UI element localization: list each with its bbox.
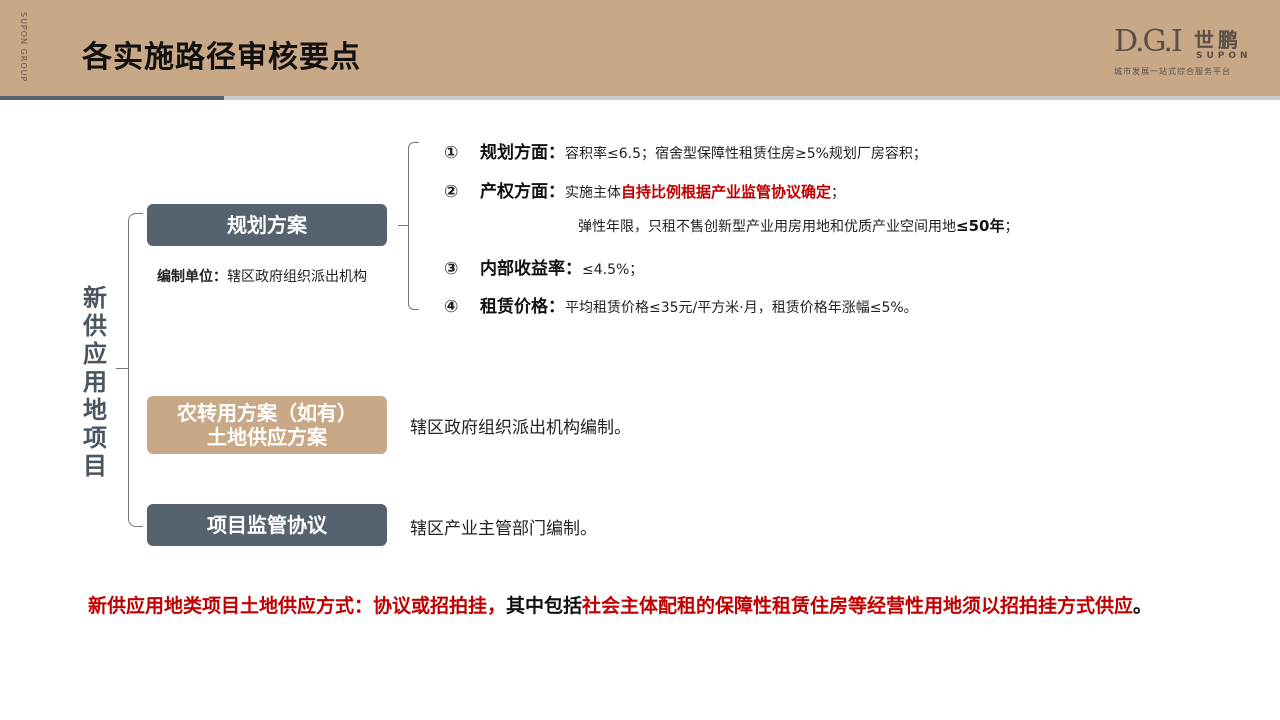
page-title: 各实施路径审核要点: [82, 40, 361, 75]
supervision-box-label: 项目监管协议: [207, 513, 327, 537]
item-highlight: 自持比例根据产业监管协议确定: [621, 183, 832, 201]
item-number: ①: [444, 143, 459, 163]
right-brace-tick: [398, 225, 408, 226]
footer-part4: 。: [1133, 595, 1153, 617]
plan-scheme-box: 规划方案: [147, 204, 387, 246]
right-brace: [408, 142, 419, 310]
plan-scheme-label: 规划方案: [227, 213, 307, 237]
supervision-box-desc: 辖区产业主管部门编制。: [410, 519, 597, 539]
item-irr: ③ 内部收益率：≤4.5%；: [444, 254, 643, 279]
footer-part2: 其中包括: [506, 595, 583, 617]
side-brand-label: SUPON GROUP: [18, 12, 42, 82]
item-property-rights-cont: 弹性年限，只租不售创新型产业用房用地和优质产业空间用地≤50年；: [578, 215, 1018, 236]
supervision-agreement-box: 项目监管协议: [147, 504, 387, 546]
item-number: ③: [444, 259, 459, 279]
item-planning: ① 规划方面：容积率≤6.5；宿舍型保障性租赁住房≥5%规划厂房容积；: [444, 138, 927, 163]
logo-tagline: 城市发展一站式综合服务平台: [1114, 67, 1231, 76]
item-rent-price: ④ 租赁价格：平均租赁价格≤35元/平方米·月，租赁价格年涨幅≤5%。: [444, 292, 918, 317]
left-brace-tick: [116, 368, 128, 369]
land-box-line1: 农转用方案（如有）: [177, 401, 357, 425]
item-property-rights: ② 产权方面：实施主体自持比例根据产业监管协议确定；: [444, 177, 845, 202]
prep-unit-label: 编制单位：: [157, 269, 227, 285]
footer-part1: 新供应用地类项目土地供应方式：协议或招拍挂，: [88, 595, 507, 617]
logo-english-name: SUPON: [1196, 51, 1252, 61]
item-number: ②: [444, 182, 459, 202]
item-label: 产权方面：: [480, 182, 565, 202]
footer-note: 新供应用地类项目土地供应方式：协议或招拍挂，其中包括社会主体配租的保障性租赁住房…: [88, 588, 1208, 624]
item-number: ④: [444, 297, 459, 317]
logo-chinese-name: 世鹏: [1194, 28, 1242, 52]
item-label: 租赁价格：: [480, 297, 565, 317]
item-text-pre: 实施主体: [565, 185, 621, 201]
company-logo: D.G.I 世鹏 SUPON 城市发展一站式综合服务平台: [1110, 20, 1270, 80]
land-supply-box: 农转用方案（如有） 土地供应方案: [147, 396, 387, 454]
item-text: 平均租赁价格≤35元/平方米·月，租赁价格年涨幅≤5%。: [565, 300, 918, 316]
item-cont-post: ；: [1004, 219, 1019, 235]
land-box-line2: 土地供应方案: [207, 425, 327, 449]
vertical-section-title: 新供应用地项目: [83, 284, 107, 480]
left-brace: [128, 213, 143, 527]
item-text-post: ；: [831, 185, 846, 201]
header-divider-accent: [0, 96, 224, 100]
item-text: 容积率≤6.5；宿舍型保障性租赁住房≥5%规划厂房容积；: [565, 146, 927, 162]
item-label: 规划方面：: [480, 143, 565, 163]
prep-unit-value: 辖区政府组织派出机构: [227, 269, 367, 285]
footer-part3: 社会主体配租的保障性租赁住房等经营性用地须以招拍挂方式供应: [582, 595, 1134, 617]
land-box-desc: 辖区政府组织派出机构编制。: [410, 418, 631, 438]
item-text: ≤4.5%；: [582, 262, 644, 278]
prep-unit-line: 编制单位：辖区政府组织派出机构: [157, 266, 367, 286]
item-cont-bold: ≤50年: [956, 217, 1005, 235]
item-label: 内部收益率：: [480, 259, 582, 279]
side-brand-text: SUPON GROUP: [19, 12, 28, 83]
logo-mark: D.G.I: [1114, 24, 1183, 59]
item-cont-text: 弹性年限，只租不售创新型产业用房用地和优质产业空间用地: [578, 219, 956, 235]
